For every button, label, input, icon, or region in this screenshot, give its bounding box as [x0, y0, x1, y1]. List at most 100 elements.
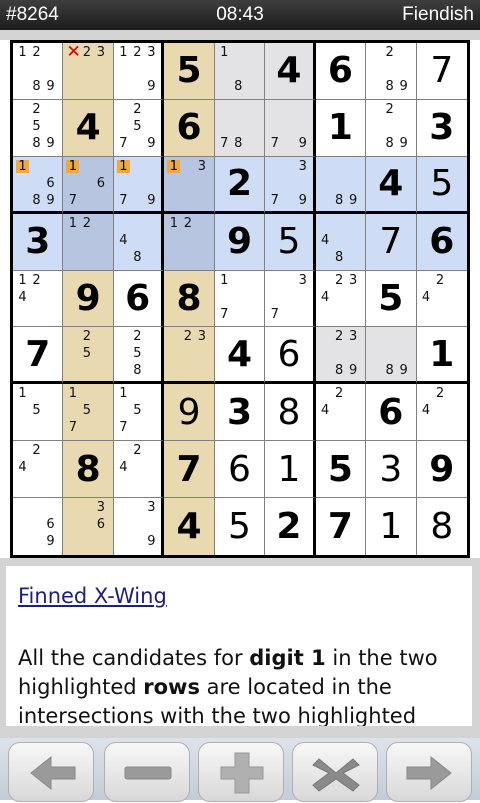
- grid-cell[interactable]: 258: [113, 327, 165, 385]
- grid-cell[interactable]: 6: [315, 43, 367, 100]
- grid-cell[interactable]: 8: [164, 270, 215, 328]
- grid-cell[interactable]: 123 9: [113, 43, 165, 100]
- grid-cell[interactable]: 12 89: [13, 43, 64, 100]
- candidate-mark: 9: [147, 534, 156, 550]
- add-button[interactable]: [198, 742, 284, 802]
- grid-cell[interactable]: 8: [416, 498, 467, 555]
- grid-cell[interactable]: 24: [416, 384, 467, 442]
- grid-cell[interactable]: 8: [63, 441, 114, 499]
- grid-cell[interactable]: 5: [416, 156, 467, 214]
- cell-value: 3: [25, 221, 51, 263]
- grid-cell[interactable]: ✕ ✕ 2 3: [63, 43, 114, 100]
- grid-cell[interactable]: 23 4: [315, 270, 367, 328]
- grid-cell[interactable]: 2 89: [366, 99, 417, 157]
- grid-cell[interactable]: 4: [366, 156, 417, 214]
- grid-cell[interactable]: 3: [214, 384, 266, 442]
- grid-cell[interactable]: 9: [63, 270, 114, 328]
- candidate-mark: 8: [335, 249, 344, 265]
- grid-cell[interactable]: 89: [366, 327, 417, 385]
- next-button[interactable]: [386, 742, 472, 802]
- grid-cell[interactable]: 13: [164, 156, 215, 214]
- grid-cell[interactable]: 48: [113, 213, 165, 271]
- grid-cell[interactable]: 9: [416, 441, 467, 499]
- grid-cell[interactable]: 1: [265, 441, 316, 499]
- grid-cell[interactable]: 8: [265, 384, 316, 442]
- grid-cell[interactable]: 89: [315, 156, 367, 214]
- grid-cell[interactable]: 79: [265, 99, 316, 157]
- grid-cell[interactable]: 6: [164, 99, 215, 157]
- candidate-mark: 8: [32, 192, 41, 208]
- hint-title-link[interactable]: Finned X-Wing: [18, 584, 167, 608]
- grid-cell[interactable]: 1: [416, 327, 467, 385]
- grid-cell[interactable]: 78: [214, 99, 266, 157]
- remove-button[interactable]: [104, 742, 190, 802]
- clear-button[interactable]: [292, 742, 378, 802]
- candidate-mark: 9: [147, 192, 156, 208]
- grid-cell[interactable]: 6: [366, 384, 417, 442]
- grid-cell[interactable]: 6: [113, 270, 165, 328]
- grid-cell[interactable]: 37: [265, 270, 316, 328]
- candidate-mark: 7: [119, 420, 128, 436]
- grid-cell[interactable]: 7: [164, 441, 215, 499]
- grid-cell[interactable]: 124: [13, 270, 64, 328]
- grid-cell[interactable]: 5: [315, 441, 367, 499]
- grid-cell[interactable]: 4: [265, 43, 316, 100]
- grid-cell[interactable]: 2: [265, 498, 316, 555]
- candidate-mark: 4: [18, 460, 27, 476]
- grid-cell[interactable]: 23: [164, 327, 215, 385]
- grid-cell[interactable]: 4: [214, 327, 266, 385]
- grid-cell[interactable]: 7: [13, 327, 64, 385]
- grid-cell[interactable]: 1: [315, 99, 367, 157]
- candidate-mark: 1: [119, 45, 128, 60]
- grid-cell[interactable]: 9: [214, 213, 266, 271]
- grid-cell[interactable]: 4: [164, 498, 215, 555]
- grid-cell[interactable]: 3 7 9: [265, 156, 316, 214]
- grid-cell[interactable]: 24: [113, 441, 165, 499]
- grid-cell[interactable]: 7: [315, 498, 367, 555]
- cell-value: 6: [327, 50, 353, 92]
- grid-cell[interactable]: 6: [214, 441, 266, 499]
- grid-cell[interactable]: 2: [214, 156, 266, 214]
- grid-cell[interactable]: 1: [366, 498, 417, 555]
- grid-cell[interactable]: 25: [63, 327, 114, 385]
- grid-cell[interactable]: 24: [315, 384, 367, 442]
- grid-cell[interactable]: 157: [113, 384, 165, 442]
- previous-button[interactable]: [8, 742, 94, 802]
- grid-cell[interactable]: 23 89: [315, 327, 367, 385]
- grid-cell[interactable]: 2 89: [366, 43, 417, 100]
- hint-text-digit: digit 1: [249, 646, 326, 670]
- grid-cell[interactable]: 7: [416, 43, 467, 100]
- grid-cell[interactable]: 7: [366, 213, 417, 271]
- cell-value: 1: [379, 506, 403, 548]
- cell-value: 9: [177, 391, 201, 433]
- grid-cell[interactable]: 2589: [13, 99, 64, 157]
- grid-cell[interactable]: 4: [63, 99, 114, 157]
- grid-cell[interactable]: 9: [164, 384, 215, 442]
- grid-cell[interactable]: 5: [265, 213, 316, 271]
- grid-cell[interactable]: 3: [416, 99, 467, 157]
- grid-cell[interactable]: 1689: [13, 156, 64, 214]
- grid-cell[interactable]: 6: [416, 213, 467, 271]
- cell-value: 7: [176, 448, 202, 490]
- grid-cell[interactable]: 12: [63, 213, 114, 271]
- grid-cell[interactable]: 6: [265, 327, 316, 385]
- grid-cell[interactable]: 5: [366, 270, 417, 328]
- grid-cell[interactable]: 36: [63, 498, 114, 555]
- grid-cell[interactable]: 257 9: [113, 99, 165, 157]
- grid-cell[interactable]: 1 7 9: [113, 156, 165, 214]
- grid-cell[interactable]: 48: [315, 213, 367, 271]
- grid-cell[interactable]: 3: [366, 441, 417, 499]
- grid-cell[interactable]: 3: [13, 213, 64, 271]
- grid-cell[interactable]: 157: [63, 384, 114, 442]
- grid-cell[interactable]: 69: [13, 498, 64, 555]
- grid-cell[interactable]: 24: [416, 270, 467, 328]
- grid-cell[interactable]: 5: [214, 498, 266, 555]
- grid-cell[interactable]: 18: [214, 43, 266, 100]
- grid-cell[interactable]: 15: [13, 384, 64, 442]
- grid-cell[interactable]: 17: [214, 270, 266, 328]
- grid-cell[interactable]: 24: [13, 441, 64, 499]
- grid-cell[interactable]: 1 6 7: [63, 156, 114, 214]
- grid-cell[interactable]: 5: [164, 43, 215, 100]
- grid-cell[interactable]: 12: [164, 213, 215, 271]
- grid-cell[interactable]: 39: [113, 498, 165, 555]
